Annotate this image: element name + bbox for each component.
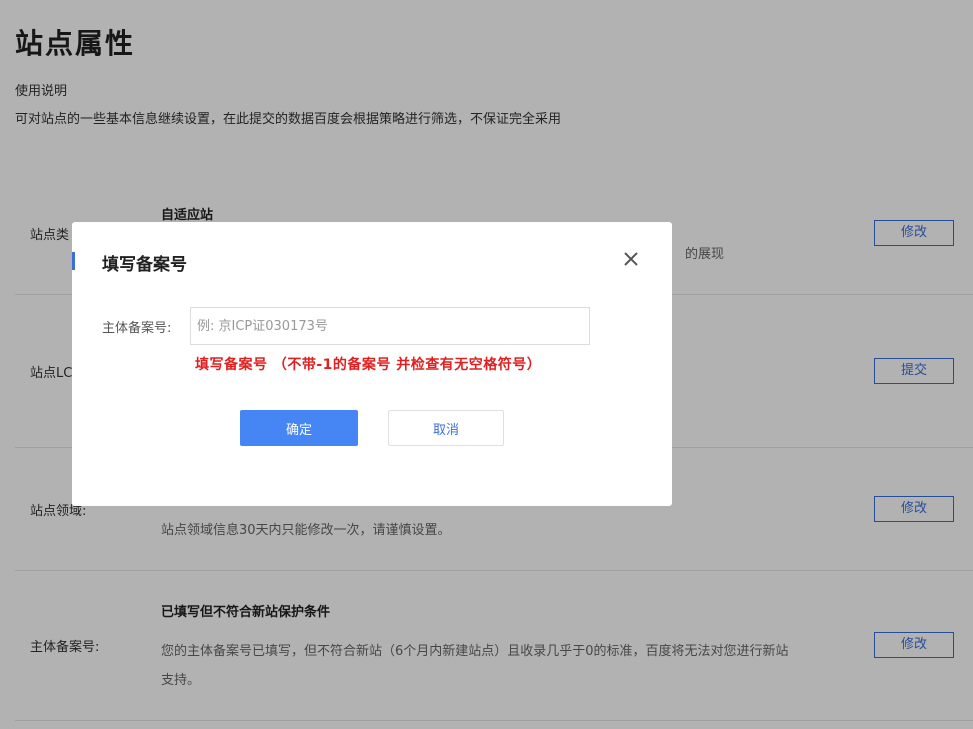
confirm-button[interactable]: 确定 (240, 410, 358, 446)
icp-hint: 填写备案号 （不带-1的备案号 并检查有无空格符号） (195, 357, 542, 373)
title-accent-bar (72, 252, 75, 270)
modal-title: 填写备案号 (102, 255, 187, 275)
icp-modal: 填写备案号 主体备案号: 填写备案号 （不带-1的备案号 并检查有无空格符号） … (72, 222, 672, 506)
cancel-button[interactable]: 取消 (388, 410, 504, 446)
close-icon[interactable] (620, 248, 642, 270)
icp-input[interactable] (190, 307, 590, 345)
icp-field-label: 主体备案号: (102, 321, 172, 336)
